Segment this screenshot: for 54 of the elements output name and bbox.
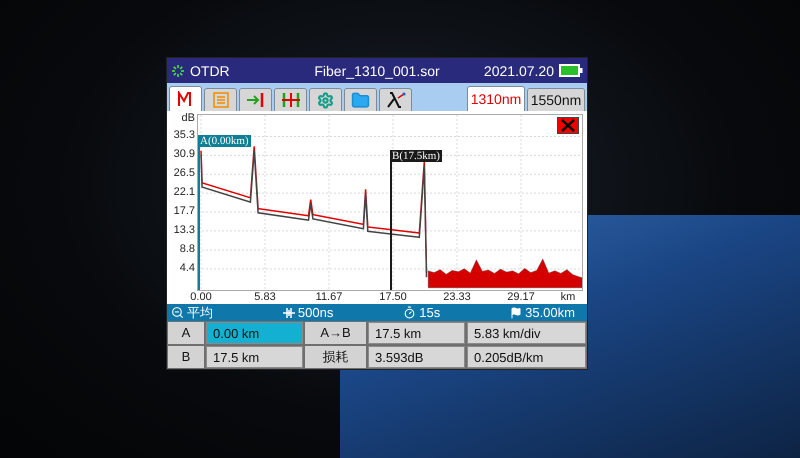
arrow-to-line-icon [246,92,266,108]
close-icon [561,119,575,132]
y-axis-unit: dB [182,111,195,126]
lambda-icon [386,92,406,108]
measurement-value: 5.83 km/div [467,322,586,344]
marker-name: A [168,322,204,344]
status-text: 15s [419,305,440,320]
status-text: 平均 [187,304,213,322]
list-icon [212,92,228,108]
marker-label: A(0.00km) [198,135,251,147]
x-axis-label: 17.50 [378,291,408,304]
x-axis-label: 0.00 [189,291,213,304]
measurement-label: 损耗 [305,346,366,368]
y-axis-label: 13.3 [174,223,195,238]
settings-icon [317,92,334,108]
y-axis-label: 8.8 [180,242,195,257]
wavelength-tab[interactable]: 1550nm [527,88,585,111]
marker-line[interactable] [390,162,392,290]
timer-icon [403,306,416,319]
x-axis-label: 29.17 [506,291,536,304]
marker-position-field[interactable]: 17.5 km [206,346,303,368]
measurement-value: 0.205dB/km [467,346,586,368]
tool-tab[interactable] [379,88,412,111]
battery-icon [559,64,583,77]
status-text: 500ns [298,305,334,320]
x-axis-label: 23.33 [442,291,472,304]
x-axis-label: 5.83 [253,291,277,304]
close-button[interactable] [557,117,579,134]
spinner-icon [171,64,185,78]
marker-name: B [168,346,204,368]
flag-icon [510,306,522,318]
measurement-value: 3.593dB [368,346,465,368]
date-text: 2021.07.20 [484,62,554,78]
wavelength-tab[interactable]: 1310nm [467,86,525,111]
y-axis-label: 17.7 [174,204,195,219]
x-axis-label: 11.67 [314,291,344,304]
x-axis-unit: km [560,291,576,304]
y-axis-label: 22.1 [174,185,195,200]
measurement-value: 17.5 km [368,322,465,344]
app-name: OTDR [190,62,230,78]
marker-label: B(17.5km) [390,150,442,162]
y-axis-label: 35.3 [174,128,195,143]
y-axis-label: 30.9 [174,147,195,162]
file-name: Fiber_1310_001.sor [314,62,440,78]
status-text: 35.00km [525,305,575,320]
zoom-out-icon [171,306,184,319]
y-axis-label: 26.5 [174,166,195,181]
marker-line[interactable] [198,147,200,290]
marker-position-field[interactable]: 0.00 km [206,322,303,344]
pulse-icon [282,306,295,318]
bars-icon [280,92,300,108]
measurement-label: A→B [305,322,366,344]
folder-icon [351,90,370,110]
y-axis-label: 4.4 [180,261,195,276]
